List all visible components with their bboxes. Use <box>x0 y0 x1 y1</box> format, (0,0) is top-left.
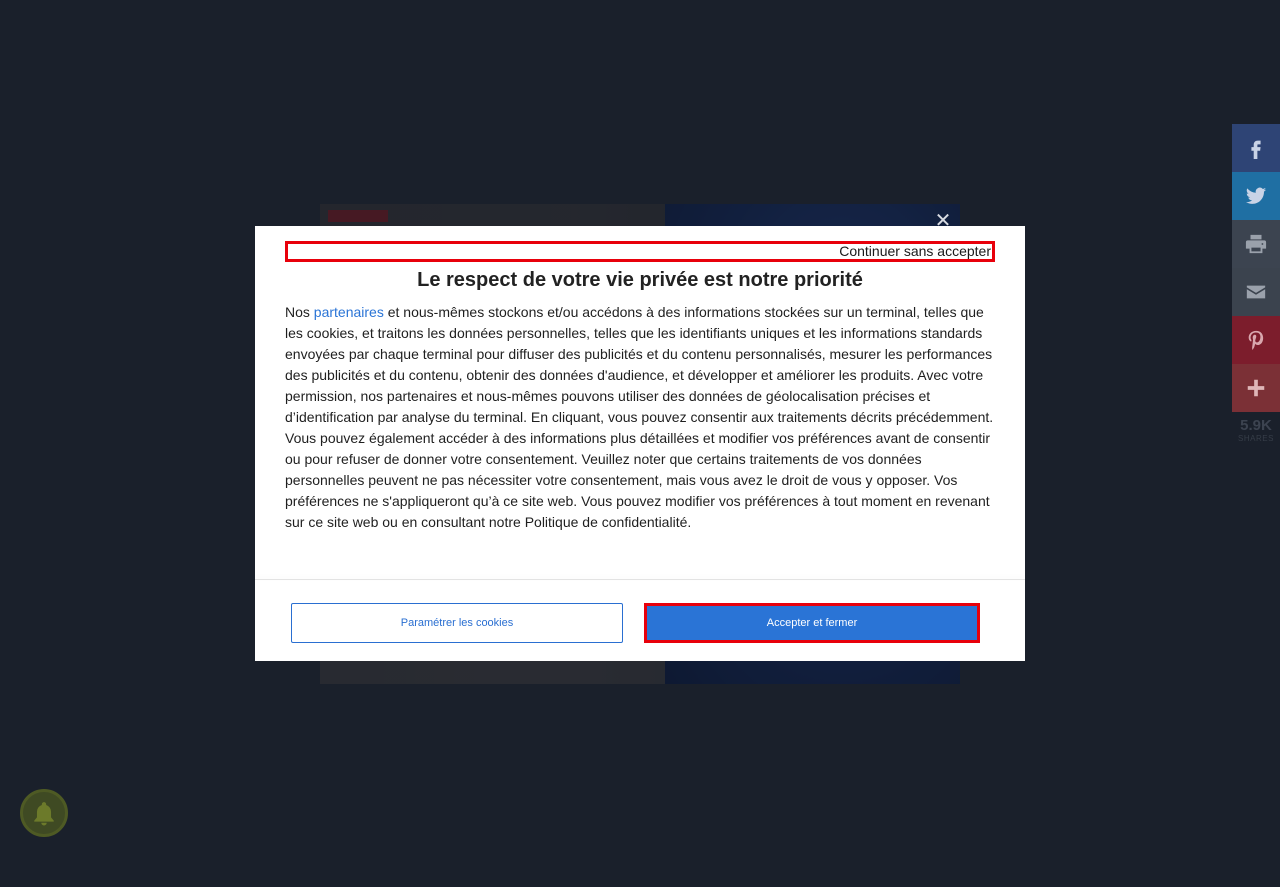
consent-dialog: Continuer sans accepter Le respect de vo… <box>255 226 1025 661</box>
accept-button-frame: Accepter et fermer <box>644 603 980 643</box>
bell-icon <box>34 802 54 826</box>
pinterest-icon <box>1248 330 1264 350</box>
notification-bell-button[interactable] <box>20 789 68 837</box>
share-pinterest-button[interactable] <box>1232 316 1280 364</box>
dialog-body: Nos partenaires et nous-mêmes stockons e… <box>285 302 997 533</box>
share-more-button[interactable] <box>1232 364 1280 412</box>
share-count: 5.9K SHARES <box>1232 417 1280 444</box>
email-icon <box>1246 285 1266 299</box>
print-button[interactable] <box>1232 220 1280 268</box>
share-email-button[interactable] <box>1232 268 1280 316</box>
partners-link[interactable]: partenaires <box>314 304 384 320</box>
cookie-settings-button[interactable]: Paramétrer les cookies <box>291 603 623 643</box>
share-facebook-button[interactable] <box>1232 124 1280 172</box>
share-count-label: SHARES <box>1238 434 1274 443</box>
share-sidebar: 5.9K SHARES <box>1232 124 1280 443</box>
page: ✕ Continuer sans accepter Le respect de … <box>0 0 1280 887</box>
print-icon <box>1245 234 1267 254</box>
facebook-icon <box>1251 140 1261 159</box>
accept-and-close-button[interactable]: Accepter et fermer <box>647 606 977 640</box>
twitter-icon <box>1245 187 1267 204</box>
body-prefix: Nos <box>285 304 314 320</box>
body-text: et nous-mêmes stockons et/ou accédons à … <box>285 304 994 530</box>
share-count-number: 5.9K <box>1240 417 1272 434</box>
divider <box>255 579 1025 580</box>
more-icon <box>1247 379 1265 397</box>
share-twitter-button[interactable] <box>1232 172 1280 220</box>
continue-without-accepting-link[interactable]: Continuer sans accepter <box>285 241 995 262</box>
dialog-title: Le respect de votre vie privée est notre… <box>417 269 863 291</box>
